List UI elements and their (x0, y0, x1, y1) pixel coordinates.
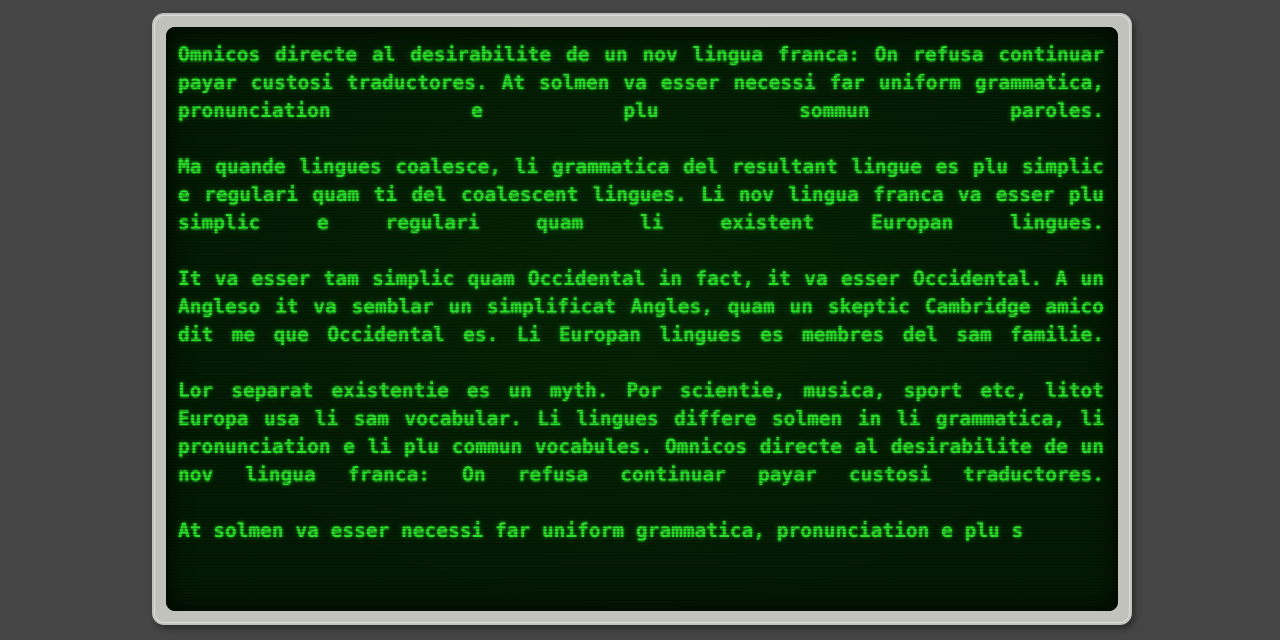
terminal-paragraph-4: Lor separat existentie es un myth. Por s… (178, 379, 1104, 486)
monitor-bezel: Omnicos directe al desirabilite de un no… (152, 13, 1132, 625)
terminal-screen[interactable]: Omnicos directe al desirabilite de un no… (166, 27, 1118, 611)
terminal-paragraph-2: Ma quande lingues coalesce, li grammatic… (178, 155, 1104, 234)
terminal-paragraph-3: It va esser tam simplic quam Occidental … (178, 267, 1104, 346)
terminal-text-body: Omnicos directe al desirabilite de un no… (172, 41, 1106, 545)
terminal-paragraph-5: At solmen va esser necessi far uniform g… (178, 519, 1024, 542)
terminal-paragraph-1: Omnicos directe al desirabilite de un no… (178, 43, 1104, 122)
